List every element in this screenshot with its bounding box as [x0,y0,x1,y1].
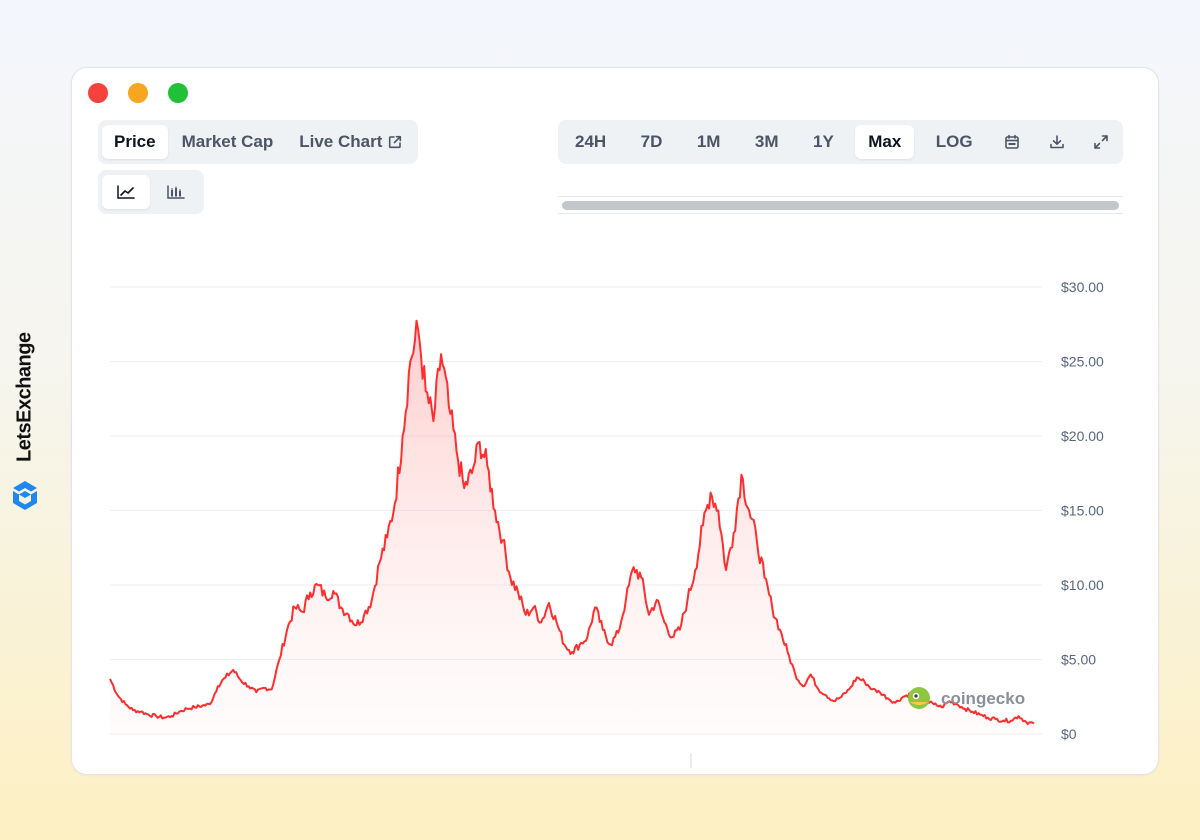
price-chart: coingecko $0 $5.00 $10.00 $15.00 $20.00 $25.0… [109,279,1104,768]
y-tick-label: $20.00 [1061,428,1104,444]
coingecko-text: coingecko [941,689,1025,708]
y-tick-label: $5.00 [1061,652,1096,668]
y-tick-label: $0 [1061,726,1077,742]
y-tick-label: $25.00 [1061,354,1104,370]
y-tick-label: $30.00 [1061,279,1104,295]
y-tick-label: $10.00 [1061,577,1104,593]
coingecko-watermark: coingecko [908,687,1025,709]
y-tick-label: $15.00 [1061,503,1104,519]
letsexchange-logo-icon [13,481,37,510]
brand-watermark: LetsExchange [8,322,42,512]
coingecko-logo-icon [908,687,930,709]
brand-name: LetsExchange [13,332,36,462]
chart-window: Price Market Cap Live Chart 24H 7D 1M 3M… [71,67,1159,775]
price-area-fill [110,320,1034,734]
